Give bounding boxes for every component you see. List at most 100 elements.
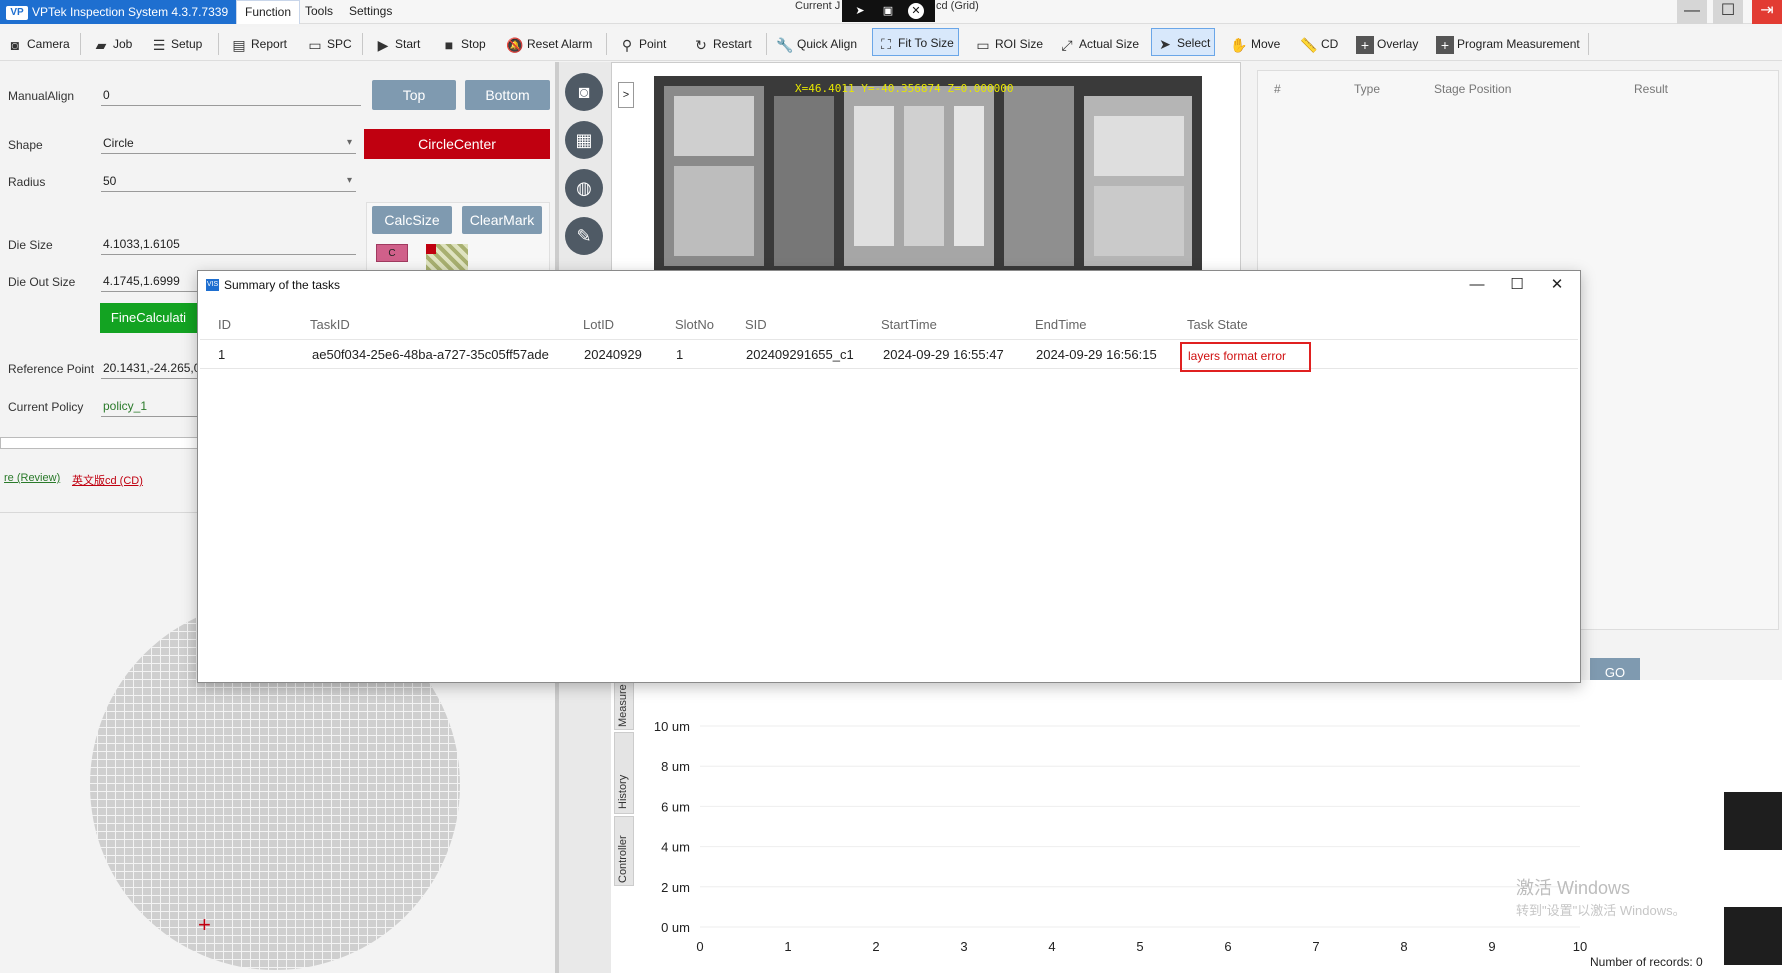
pointer-icon: ➤ bbox=[1159, 35, 1171, 52]
plus-icon: + bbox=[1356, 35, 1374, 54]
maximize-button[interactable]: ☐ bbox=[1713, 0, 1743, 24]
horizontal-scrollbar[interactable] bbox=[0, 437, 200, 449]
col-task-state: Task State bbox=[1187, 317, 1248, 332]
col-id: ID bbox=[218, 317, 231, 332]
x-tick-label: 4 bbox=[1048, 939, 1055, 954]
dialog-close-button[interactable]: ✕ bbox=[1537, 273, 1577, 297]
camera-icon[interactable]: ▣ bbox=[880, 3, 896, 19]
reference-point-label: Reference Point bbox=[8, 362, 95, 376]
camera-icon: ◙ bbox=[10, 36, 20, 53]
location-pin-icon: ⚲ bbox=[621, 36, 633, 53]
program-measurement-button[interactable]: + Program Measurement bbox=[1436, 30, 1580, 58]
current-job-label: Current J bbox=[795, 0, 841, 12]
cell-sid: 202409291655_c1 bbox=[746, 347, 854, 362]
actual-size-button[interactable]: ⤢ Actual Size bbox=[1058, 30, 1139, 58]
current-policy-input[interactable]: policy_1 bbox=[101, 397, 197, 417]
app-window: VP VPTek Inspection System 4.3.7.7339 Fun… bbox=[0, 0, 1782, 973]
briefcase-icon: ▰ bbox=[95, 36, 107, 53]
bottom-button[interactable]: Bottom bbox=[465, 80, 550, 110]
cursor-icon[interactable]: ➤ bbox=[852, 3, 868, 19]
menu-tools[interactable]: Tools bbox=[297, 0, 341, 24]
radius-label: Radius bbox=[8, 175, 46, 189]
reference-point-input[interactable]: 20.1431,-24.265,0 bbox=[101, 359, 197, 379]
minimize-button[interactable]: — bbox=[1677, 0, 1707, 24]
globe-grid-icon[interactable]: ◍ bbox=[565, 169, 603, 207]
die-out-size-input[interactable]: 4.1745,1.6999 bbox=[101, 272, 197, 292]
toolbar-divider bbox=[362, 33, 363, 55]
menu-function[interactable]: Function bbox=[236, 0, 301, 24]
records-count: Number of records: 0 bbox=[1590, 955, 1703, 969]
restart-icon: ↻ bbox=[695, 36, 707, 53]
quick-align-button[interactable]: 🔧 Quick Align bbox=[776, 30, 857, 58]
review-link[interactable]: re (Review) bbox=[4, 472, 60, 484]
play-icon: ▶ bbox=[377, 36, 389, 53]
snapshot-icon[interactable]: ◙ bbox=[565, 73, 603, 111]
setup-button[interactable]: ☰ Setup bbox=[150, 30, 203, 58]
col-start-time: StartTime bbox=[881, 317, 937, 332]
grid-icon[interactable]: ▦ bbox=[565, 121, 603, 159]
top-button[interactable]: Top bbox=[372, 80, 456, 110]
close-recorder-icon[interactable]: ✕ bbox=[908, 3, 924, 19]
x-tick-label: 9 bbox=[1488, 939, 1495, 954]
die-size-label: Die Size bbox=[8, 238, 53, 252]
cell-task-id: ae50f034-25e6-48ba-a727-35c05ff57ade bbox=[312, 347, 549, 362]
current-policy-label: Current Policy bbox=[8, 400, 84, 414]
overlay-button[interactable]: + Overlay bbox=[1356, 30, 1418, 58]
move-button[interactable]: ✋ Move bbox=[1230, 30, 1280, 58]
cd-button[interactable]: 📏 CD bbox=[1300, 30, 1338, 58]
tools-icon[interactable]: ✎ bbox=[565, 217, 603, 255]
y-tick-label: 10 um bbox=[654, 719, 690, 734]
move-label: Move bbox=[1251, 37, 1281, 51]
fit-to-size-button[interactable]: ⛶ Fit To Size bbox=[872, 28, 959, 56]
task-summary-dialog: VIS Summary of the tasks — ☐ ✕ ID TaskID… bbox=[197, 270, 1581, 683]
crosshair-icon: + bbox=[198, 912, 211, 937]
camera-button[interactable]: ◙ Camera bbox=[6, 30, 70, 58]
restart-button[interactable]: ↻ Restart bbox=[692, 30, 752, 58]
fine-calculate-button[interactable]: FineCalculati bbox=[100, 303, 197, 333]
wafer-image bbox=[654, 76, 1202, 276]
col-task-id: TaskID bbox=[310, 317, 350, 332]
select-button[interactable]: ➤ Select bbox=[1151, 28, 1216, 56]
table-row[interactable]: 1 ae50f034-25e6-48ba-a727-35c05ff57ade 2… bbox=[200, 339, 1578, 372]
y-tick-label: 8 um bbox=[661, 759, 690, 774]
x-tick-label: 7 bbox=[1312, 939, 1319, 954]
shape-select[interactable]: Circle bbox=[101, 134, 356, 154]
stop-button[interactable]: ■ Stop bbox=[440, 30, 486, 58]
reset-alarm-button[interactable]: 🔕 Reset Alarm bbox=[506, 30, 592, 58]
side-thumbnail[interactable] bbox=[1724, 792, 1782, 850]
overlay-label: Overlay bbox=[1377, 37, 1419, 51]
screen-recorder-bar: ➤ ▣ ✕ bbox=[842, 0, 935, 22]
manual-align-input[interactable]: 0 bbox=[101, 86, 361, 106]
setup-label: Setup bbox=[171, 37, 203, 51]
x-tick-label: 6 bbox=[1224, 939, 1231, 954]
start-button[interactable]: ▶ Start bbox=[374, 30, 421, 58]
dialog-app-icon: VIS bbox=[206, 279, 219, 291]
menu-settings[interactable]: Settings bbox=[341, 0, 400, 24]
roi-size-button[interactable]: ▭ ROI Size bbox=[974, 30, 1043, 58]
manual-align-label: ManualAlign bbox=[8, 89, 75, 103]
clearmark-button[interactable]: ClearMark bbox=[462, 206, 542, 234]
job-button[interactable]: ▰ Job bbox=[92, 30, 133, 58]
expand-icon: ⤢ bbox=[1061, 36, 1073, 53]
point-button[interactable]: ⚲ Point bbox=[618, 30, 667, 58]
expand-arrow-icon[interactable]: > bbox=[618, 82, 634, 108]
spc-button[interactable]: ▭ SPC bbox=[306, 30, 351, 58]
report-button[interactable]: ▤ Report bbox=[230, 30, 287, 58]
dialog-minimize-button[interactable]: — bbox=[1457, 273, 1497, 297]
camera-label: Camera bbox=[27, 37, 70, 51]
dialog-maximize-button[interactable]: ☐ bbox=[1497, 273, 1537, 297]
die-size-input[interactable]: 4.1033,1.6105 bbox=[101, 235, 356, 255]
roi-size-label: ROI Size bbox=[995, 37, 1044, 51]
c-badge[interactable]: C bbox=[376, 244, 408, 262]
result-col-result: Result bbox=[1634, 82, 1669, 96]
exit-button[interactable]: ⇥ bbox=[1752, 0, 1782, 24]
circle-center-button[interactable]: CircleCenter bbox=[364, 129, 550, 159]
monitor-icon: ▭ bbox=[308, 36, 322, 53]
radius-select[interactable]: 50 bbox=[101, 172, 356, 192]
side-thumbnail[interactable] bbox=[1724, 907, 1782, 965]
cd-link[interactable]: 英文版cd (CD) bbox=[72, 472, 143, 488]
x-tick-label: 3 bbox=[960, 939, 967, 954]
calcsize-button[interactable]: CalcSize bbox=[372, 206, 452, 234]
app-title: VP VPTek Inspection System 4.3.7.7339 bbox=[0, 0, 236, 24]
x-tick-label: 10 bbox=[1573, 939, 1587, 954]
